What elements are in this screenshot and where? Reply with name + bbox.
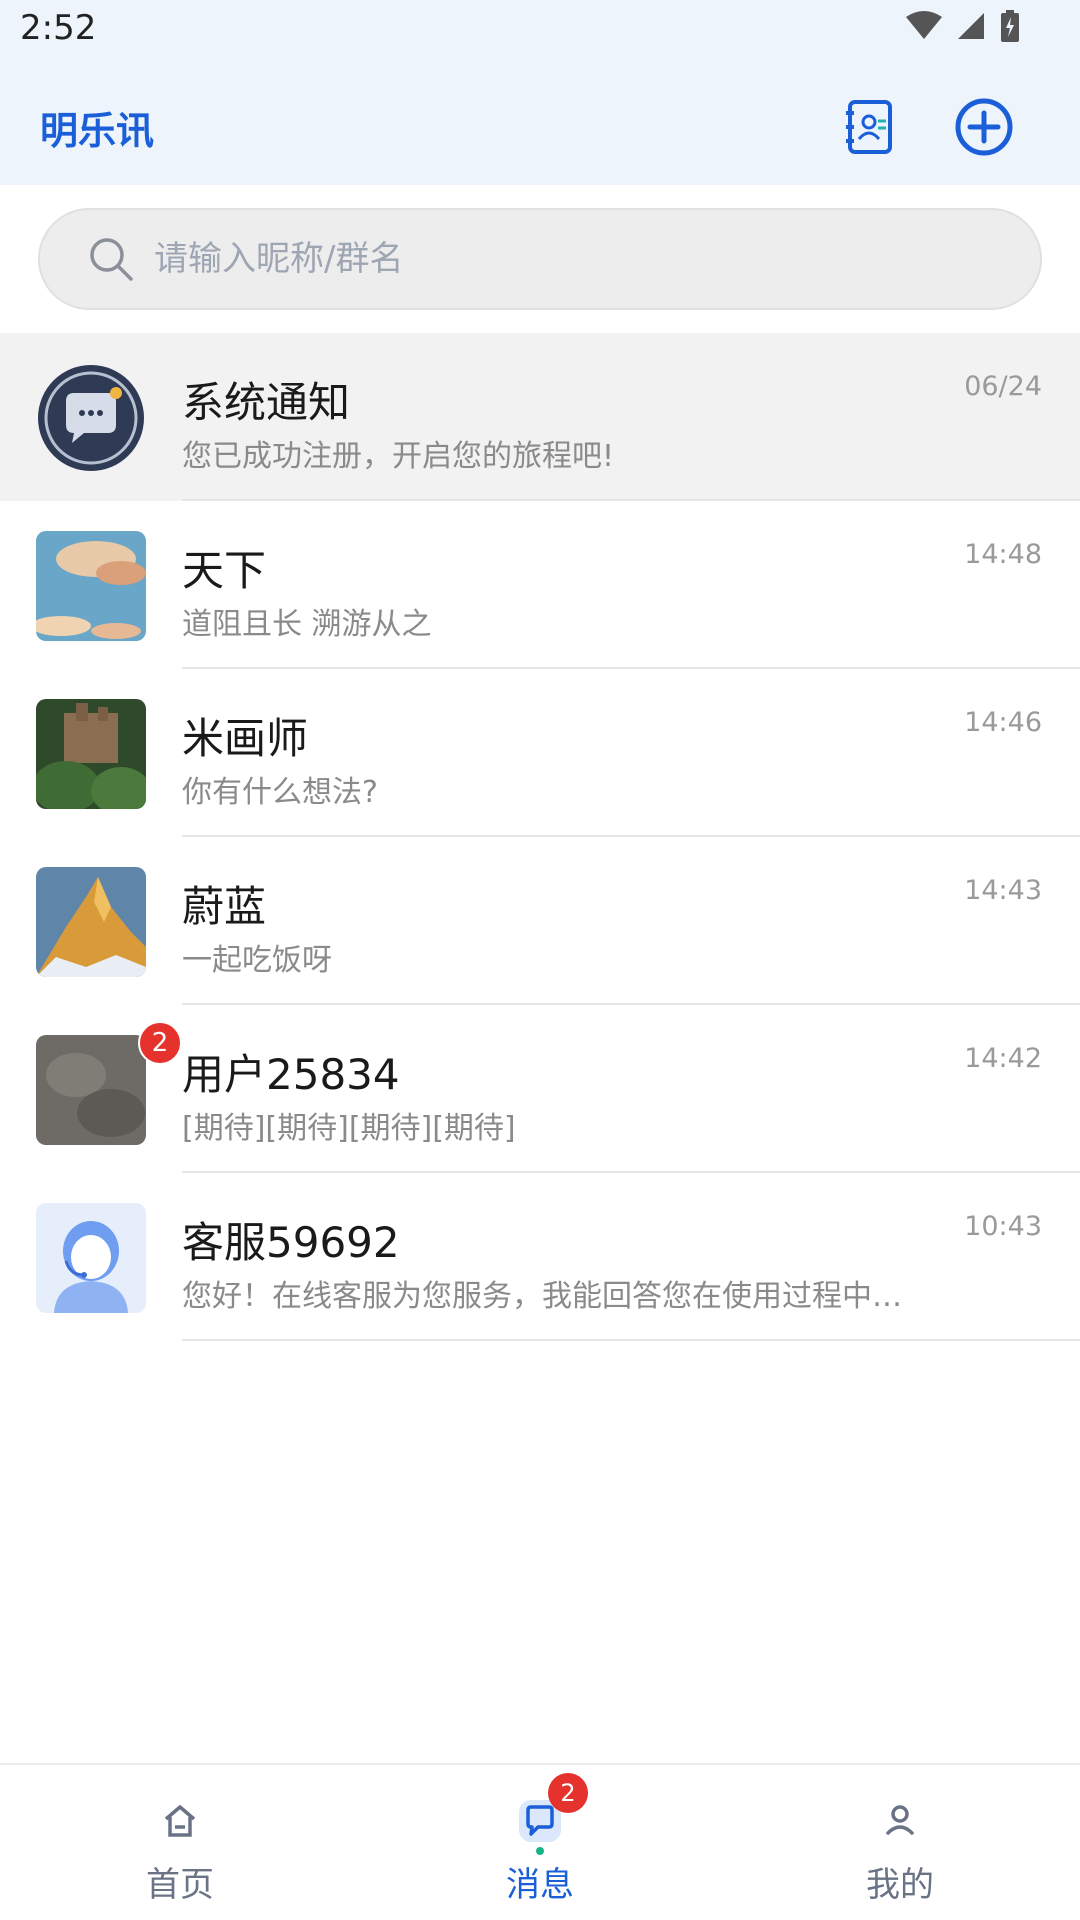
- conversation-name: 客服59692: [182, 1218, 400, 1267]
- search-icon: [90, 238, 133, 281]
- battery-icon: [1001, 10, 1019, 42]
- divider: [182, 1339, 1080, 1341]
- conversation-time: 14:46: [964, 707, 1042, 738]
- avatar: [36, 1203, 146, 1313]
- app-title: 明乐讯: [40, 109, 155, 153]
- conversation-item[interactable]: 蔚蓝 一起吃饭呀 14:43: [0, 837, 1080, 1005]
- person-icon: [876, 1797, 924, 1845]
- conversation-preview: 您已成功注册，开启您的旅程吧!: [182, 439, 615, 474]
- search-input[interactable]: [154, 239, 954, 279]
- conversation-preview: 一起吃饭呀: [182, 943, 332, 978]
- conversation-item[interactable]: 米画师 你有什么想法? 14:46: [0, 669, 1080, 837]
- conversation-preview: 道阻且长 溯游从之: [182, 607, 432, 642]
- conversation-name: 米画师: [182, 714, 309, 763]
- conversation-time: 14:42: [964, 1043, 1042, 1074]
- contacts-book-icon: [846, 100, 892, 154]
- conversation-name: 天下: [182, 546, 267, 595]
- nav-item-messages[interactable]: 2 消息: [360, 1765, 720, 1920]
- avatar: [36, 867, 146, 977]
- unread-badge: 2: [138, 1021, 182, 1065]
- conversation-preview: [期待][期待][期待][期待]: [182, 1111, 516, 1146]
- wifi-icon: [906, 11, 942, 39]
- signal-icon: [958, 13, 984, 39]
- conversation-preview: 你有什么想法?: [182, 775, 378, 810]
- conversation-time: 14:48: [964, 539, 1042, 570]
- status-icons: [906, 10, 1020, 42]
- conversation-list: 系统通知 您已成功注册，开启您的旅程吧! 06/24 天下 道阻且长 溯游从之 …: [0, 333, 1080, 1341]
- nav-label: 消息: [506, 1865, 574, 1905]
- home-icon: [156, 1797, 204, 1845]
- conversation-name: 用户25834: [182, 1050, 400, 1099]
- conversation-item[interactable]: 客服59692 您好！在线客服为您服务，我能回答您在使用过程中… 10:43: [0, 1173, 1080, 1341]
- top-bar: 2:52 明乐讯: [0, 0, 1080, 185]
- status-time: 2:52: [20, 8, 97, 48]
- add-button[interactable]: [952, 95, 1016, 159]
- conversation-name: 系统通知: [182, 378, 351, 427]
- nav-item-me[interactable]: 我的: [720, 1765, 1080, 1920]
- bottom-nav: 首页 2 消息 我的: [0, 1763, 1080, 1920]
- messages-screen: 2:52 明乐讯 请输入昵称/群名 系统通知 您已成功注册，开启您的旅程吧! 0…: [0, 0, 1080, 1920]
- avatar: [36, 363, 146, 473]
- conversation-item[interactable]: 天下 道阻且长 溯游从之 14:48: [0, 501, 1080, 669]
- conversation-item-system[interactable]: 系统通知 您已成功注册，开启您的旅程吧! 06/24: [0, 333, 1080, 501]
- conversation-item[interactable]: 2 用户25834 [期待][期待][期待][期待] 14:42: [0, 1005, 1080, 1173]
- conversation-preview: 您好！在线客服为您服务，我能回答您在使用过程中…: [182, 1279, 902, 1314]
- nav-label: 首页: [146, 1865, 214, 1905]
- conversation-time: 06/24: [964, 371, 1042, 402]
- add-circle-icon: [955, 98, 1013, 156]
- active-indicator: [536, 1847, 544, 1855]
- avatar: [36, 1035, 146, 1145]
- conversation-time: 10:43: [964, 1211, 1042, 1242]
- avatar: [36, 531, 146, 641]
- contacts-button[interactable]: [838, 95, 902, 159]
- nav-label: 我的: [866, 1865, 934, 1905]
- avatar: [36, 699, 146, 809]
- nav-item-home[interactable]: 首页: [0, 1765, 360, 1920]
- conversation-name: 蔚蓝: [182, 882, 267, 931]
- search-bar[interactable]: [38, 208, 1042, 310]
- conversation-time: 14:43: [964, 875, 1042, 906]
- unread-badge: 2: [548, 1773, 588, 1813]
